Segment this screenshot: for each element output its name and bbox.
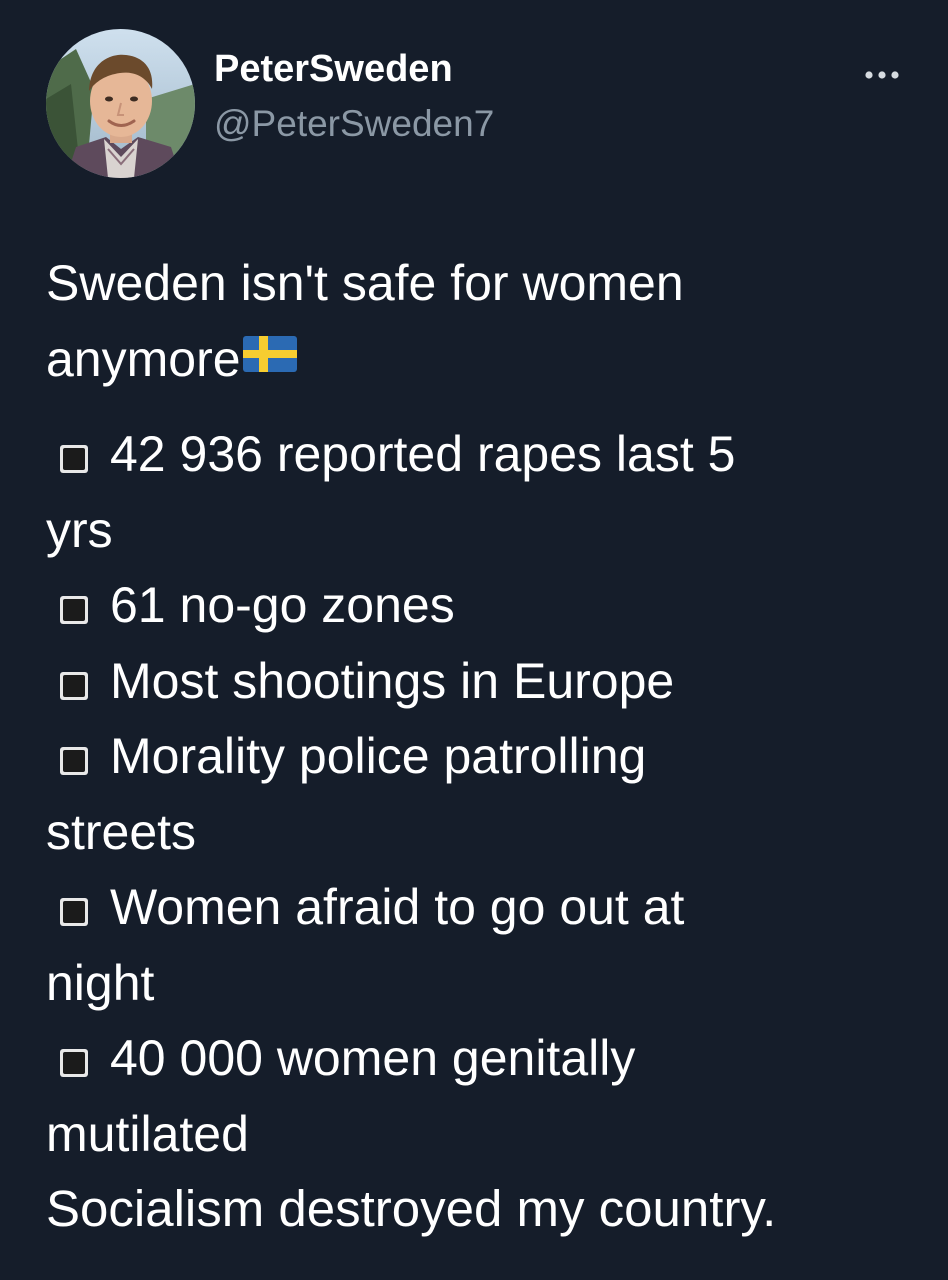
tweet-card: PeterSweden @PeterSweden7 Sweden isn't s… xyxy=(0,0,948,1280)
bullet-line: 40 000 women genitally xyxy=(46,1021,906,1097)
author-handle[interactable]: @PeterSweden7 xyxy=(214,105,494,142)
avatar[interactable] xyxy=(46,29,195,178)
tweet-text: Sweden isn't safe for women anymore 42 9… xyxy=(46,246,906,1172)
more-options-button[interactable] xyxy=(858,60,906,90)
bullet-line: mutilated xyxy=(46,1097,906,1173)
bullet-text: 40 000 women genitally xyxy=(110,1030,636,1086)
sweden-flag-icon xyxy=(242,335,297,372)
closing-text: Socialism destroyed my country. xyxy=(46,1180,777,1237)
intro-text: Sweden isn't safe for women xyxy=(46,255,684,311)
profile-photo-icon xyxy=(46,29,195,178)
intro-line: Sweden isn't safe for women xyxy=(46,246,906,322)
bullet-line: Morality police patrolling xyxy=(46,719,906,795)
intro-text: anymore xyxy=(46,330,241,387)
bullet-text: Women afraid to go out at xyxy=(110,879,685,935)
black-square-icon xyxy=(60,747,88,775)
black-square-icon xyxy=(60,898,88,926)
author-display-name[interactable]: PeterSweden xyxy=(214,50,453,88)
bullet-line: Most shootings in Europe xyxy=(46,644,906,720)
black-square-icon xyxy=(60,445,88,473)
bullet-line: 42 936 reported rapes last 5 xyxy=(46,417,906,493)
bullet-line: Women afraid to go out at xyxy=(46,870,906,946)
bullet-line: yrs xyxy=(46,493,906,569)
more-horizontal-icon xyxy=(865,71,899,79)
bullet-text: 42 936 reported rapes last 5 xyxy=(110,426,736,482)
bullet-text: Most shootings in Europe xyxy=(110,652,675,709)
bullet-text: mutilated xyxy=(46,1105,249,1162)
bullet-text: night xyxy=(46,954,155,1011)
intro-line: anymore xyxy=(46,322,906,398)
bullet-text: 61 no-go zones xyxy=(110,577,455,633)
bullet-text: streets xyxy=(46,803,197,860)
bullet-text: yrs xyxy=(46,501,113,558)
bullet-line: night xyxy=(46,946,906,1022)
black-square-icon xyxy=(60,596,88,624)
bullet-line: 61 no-go zones xyxy=(46,568,906,644)
bullet-line: streets xyxy=(46,795,906,871)
black-square-icon xyxy=(60,671,88,700)
bullet-text: Morality police patrolling xyxy=(110,728,647,784)
black-square-icon xyxy=(60,1049,88,1077)
